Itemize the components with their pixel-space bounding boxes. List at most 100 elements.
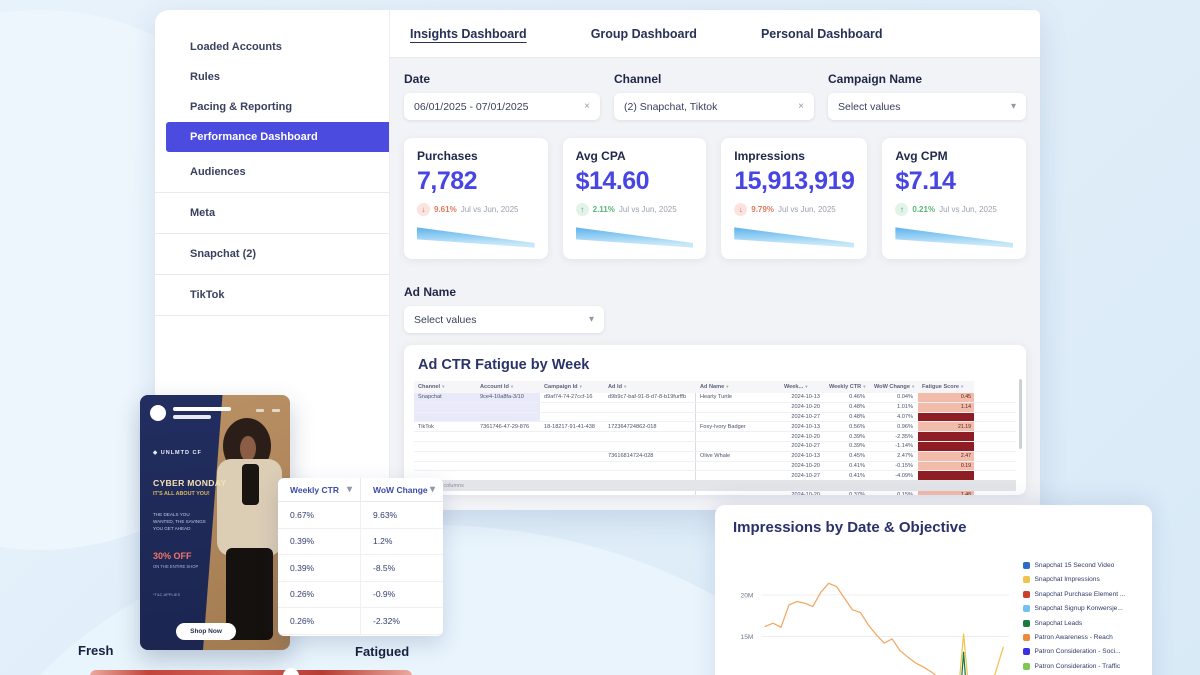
mini-cell-ctr: 0.26%: [278, 608, 360, 634]
mini-cell-ctr: 0.67%: [278, 502, 360, 528]
cell-weekly-ctr: 0.41%: [825, 471, 870, 480]
delta-arrow-icon: ↓: [417, 203, 430, 216]
fatigue-table-header: Channel▾Account Id▾Campaign Id▾Ad Id▾Ad …: [414, 381, 1016, 393]
cell-week: 2024-10-13: [780, 393, 825, 402]
campaign-select[interactable]: Select values ▾: [828, 93, 1026, 120]
cell-weekly-ctr: 0.56%: [825, 422, 870, 431]
svg-text:20M: 20M: [741, 592, 754, 599]
column-header[interactable]: Weekly CTR▾: [825, 381, 870, 393]
shop-now-button[interactable]: Shop Now: [176, 623, 236, 640]
kpi-row: Purchases 7,782 ↓ 9.61% Jul vs Jun, 2025…: [404, 138, 1026, 259]
cell-wow-change: 0.04%: [870, 393, 918, 402]
chevron-down-icon: ▾: [1011, 102, 1016, 112]
sidebar-item[interactable]: Loaded Accounts: [155, 32, 389, 62]
kpi-title: Avg CPM: [895, 149, 1013, 163]
cell-wow-change: -1.14%: [870, 442, 918, 451]
cell-weekly-ctr: 0.45%: [825, 452, 870, 461]
table-row: 2024-10-20 0.48% 1.01% 1.14: [414, 403, 1016, 413]
share-icon[interactable]: [256, 409, 264, 412]
channel-filter-label: Channel: [614, 72, 814, 86]
column-header[interactable]: Account Id▾: [476, 381, 540, 393]
sidebar-item[interactable]: Performance Dashboard: [166, 122, 389, 152]
legend-item[interactable]: Snapchat Leads: [1023, 620, 1135, 627]
channel-select[interactable]: (2) Snapchat, Tiktok ×: [614, 93, 814, 120]
cell-campaign-id: [540, 442, 604, 451]
cell-ad-name: [696, 413, 780, 422]
cell-week: 2024-10-27: [780, 442, 825, 451]
kpi-delta-row: ↑ 2.11% Jul vs Jun, 2025: [576, 203, 694, 216]
legend-item[interactable]: Snapchat Purchase Element ...: [1023, 591, 1135, 598]
cell-weekly-ctr: 0.41%: [825, 462, 870, 471]
cell-weekly-ctr: 0.37%: [825, 491, 870, 495]
dashboard-tab[interactable]: Personal Dashboard: [761, 27, 883, 41]
cell-campaign-id: [540, 403, 604, 412]
sidebar-item-label: TikTok: [190, 289, 224, 301]
cell-campaign-id: [540, 462, 604, 471]
column-header-label: Week...: [784, 384, 803, 390]
clear-channel-icon[interactable]: ×: [798, 102, 804, 112]
column-header[interactable]: Ad Id▾: [604, 381, 696, 393]
mini-column-header[interactable]: Weekly CTR▾: [278, 478, 360, 501]
sidebar-item[interactable]: TikTok: [155, 275, 389, 316]
sort-icon: ▾: [511, 384, 513, 390]
delta-period: Jul vs Jun, 2025: [939, 205, 997, 214]
column-header[interactable]: Channel▾: [414, 381, 476, 393]
column-header[interactable]: Week...▾: [780, 381, 825, 393]
legend-item[interactable]: Patron Awareness - Reach: [1023, 634, 1135, 641]
ad-name-filter: Ad Name Select values ▾: [404, 285, 1026, 333]
ad-creative-preview: ◆ UNLMTD CF CYBER MONDAY IT'S ALL ABOUT …: [140, 395, 290, 650]
kpi-card: Purchases 7,782 ↓ 9.61% Jul vs Jun, 2025: [404, 138, 548, 259]
impressions-chart-card: Impressions by Date & Objective 20M15M10…: [715, 505, 1152, 675]
legend-color-swatch: [1023, 605, 1030, 612]
legend-label: Snapchat Purchase Element ...: [1035, 591, 1126, 598]
dashboard-tab[interactable]: Insights Dashboard: [410, 27, 527, 41]
cell-week: 2024-10-20: [780, 432, 825, 441]
column-header[interactable]: WoW Change▾: [870, 381, 918, 393]
column-header-label: Ad Name: [700, 384, 724, 390]
table-footer: Rows: 8 columns: [414, 480, 1016, 491]
clear-date-icon[interactable]: ×: [584, 102, 590, 112]
cell-fatigue-score: 21.19: [918, 422, 974, 431]
column-header-label: Campaign Id: [544, 384, 578, 390]
cell-fatigue-score: 1.48: [918, 491, 974, 495]
cell-account-id: [476, 491, 540, 495]
sidebar-item[interactable]: Rules: [155, 62, 389, 92]
date-range-input[interactable]: 06/01/2025 - 07/01/2025 ×: [404, 93, 600, 120]
sidebar-item[interactable]: Snapchat (2): [155, 234, 389, 275]
mini-table-row: 0.67% 9.63%: [278, 502, 443, 529]
campaign-filter-label: Campaign Name: [828, 72, 1026, 86]
cell-account-id: [476, 413, 540, 422]
legend-item[interactable]: Snapchat 15 Second Video: [1023, 562, 1135, 569]
kpi-card: Avg CPA $14.60 ↑ 2.11% Jul vs Jun, 2025: [563, 138, 707, 259]
legend-item[interactable]: Snapchat Impressions: [1023, 576, 1135, 583]
column-header-label: Channel: [418, 384, 440, 390]
sidebar-item[interactable]: Meta: [155, 193, 389, 234]
ad-name-select[interactable]: Select values ▾: [404, 306, 604, 333]
kpi-delta-row: ↓ 9.79% Jul vs Jun, 2025: [734, 203, 854, 216]
table-scrollbar[interactable]: [1019, 379, 1022, 449]
column-header[interactable]: Campaign Id▾: [540, 381, 604, 393]
ad-offer-sub: ON THE ENTIRE SHOP: [153, 564, 198, 569]
dashboard-tab[interactable]: Group Dashboard: [591, 27, 697, 41]
mini-column-header[interactable]: WoW Change▾: [360, 478, 443, 501]
chart-legend: Snapchat 15 Second Video Snapchat Impres…: [1023, 540, 1135, 675]
cell-wow-change: 1.01%: [870, 403, 918, 412]
more-icon[interactable]: [272, 409, 280, 412]
kpi-value: $14.60: [576, 167, 694, 196]
legend-item[interactable]: Snapchat Signup Konwersje...: [1023, 605, 1135, 612]
ad-terms: *T&C APPLIES: [153, 592, 180, 597]
mini-table-row: 0.26% -2.32%: [278, 608, 443, 635]
legend-color-swatch: [1023, 562, 1030, 569]
sidebar-item[interactable]: Audiences: [155, 152, 389, 193]
sidebar-item[interactable]: Pacing & Reporting: [155, 92, 389, 122]
legend-item[interactable]: Patron Consideration - Traffic: [1023, 663, 1135, 670]
cell-wow-change: -0.15%: [870, 462, 918, 471]
column-header-label: Ad Id: [608, 384, 622, 390]
legend-item[interactable]: Patron Consideration - Soci...: [1023, 648, 1135, 655]
column-header[interactable]: Fatigue Score▾: [918, 381, 974, 393]
delta-period: Jul vs Jun, 2025: [461, 205, 519, 214]
cell-week: 2024-10-27: [780, 413, 825, 422]
column-header[interactable]: Ad Name▾: [696, 381, 780, 393]
fatigue-table-title: Ad CTR Fatigue by Week: [418, 357, 1016, 373]
cell-ad-name: [696, 442, 780, 451]
